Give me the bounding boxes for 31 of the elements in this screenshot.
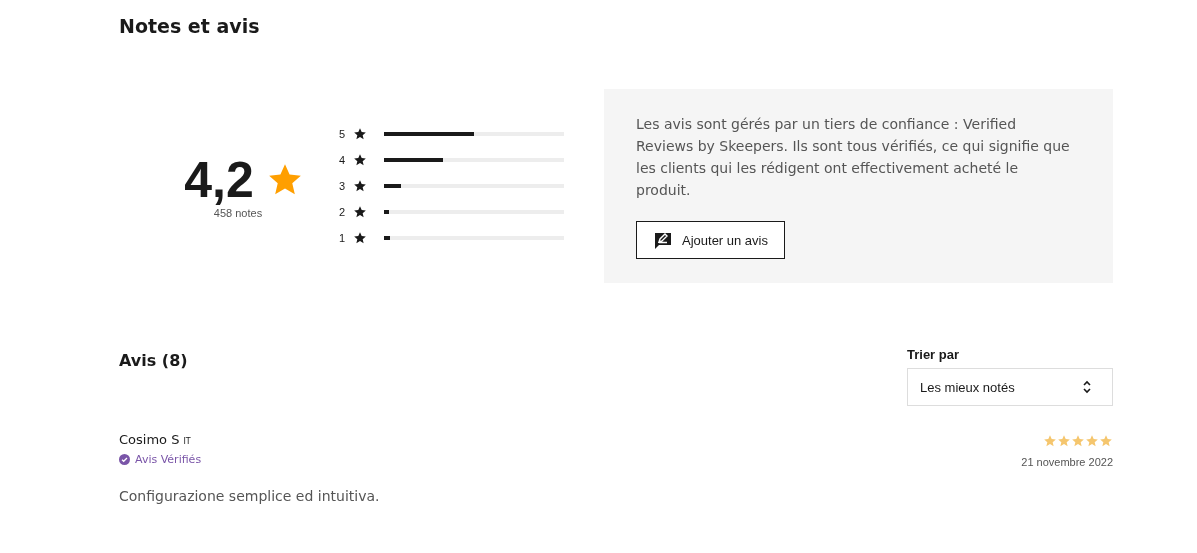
star-icon bbox=[353, 127, 367, 141]
add-review-button[interactable]: Ajouter un avis bbox=[636, 221, 785, 259]
star-level-label: 4 bbox=[339, 154, 347, 166]
star-icon bbox=[1071, 434, 1085, 448]
info-text: Les avis sont gérés par un tiers de confiance : Verified Reviews by Skeepers. Ils sont tous vérifiés, ce qui signifie que les clients qui les rédigent ont effectivement acheté le produit. bbox=[636, 115, 1071, 200]
star-level-label: 5 bbox=[339, 128, 347, 140]
review-text: Configurazione semplice ed intuitiva. bbox=[119, 488, 381, 504]
star-icon bbox=[353, 205, 367, 219]
comment-edit-icon bbox=[653, 230, 673, 250]
section-title: Notes et avis bbox=[119, 14, 261, 39]
sort-label: Trier par bbox=[907, 347, 961, 362]
country-code: IT bbox=[183, 437, 191, 446]
star-level-label: 1 bbox=[339, 232, 347, 244]
star-level-label: 3 bbox=[339, 180, 347, 192]
star-icon bbox=[1099, 434, 1113, 448]
review-date: 21 novembre 2022 bbox=[1021, 456, 1113, 468]
star-icon bbox=[353, 231, 367, 245]
star-icon bbox=[1085, 434, 1099, 448]
sort-dropdown[interactable]: Les mieux notés bbox=[907, 368, 1113, 406]
rating-count: 458 notes bbox=[213, 207, 263, 219]
check-badge-icon bbox=[119, 454, 130, 465]
reviewer-name: Cosimo S bbox=[119, 432, 180, 447]
verified-label: Avis Vérifiés bbox=[135, 453, 202, 466]
average-rating: 4,2 bbox=[184, 153, 254, 207]
star-level-label: 2 bbox=[339, 206, 347, 218]
star-icon bbox=[353, 179, 367, 193]
updown-chevron-icon bbox=[1082, 379, 1092, 395]
star-icon bbox=[1043, 434, 1057, 448]
star-icon bbox=[1057, 434, 1071, 448]
star-icon bbox=[353, 153, 367, 167]
reviews-heading: Avis (8) bbox=[119, 351, 188, 372]
